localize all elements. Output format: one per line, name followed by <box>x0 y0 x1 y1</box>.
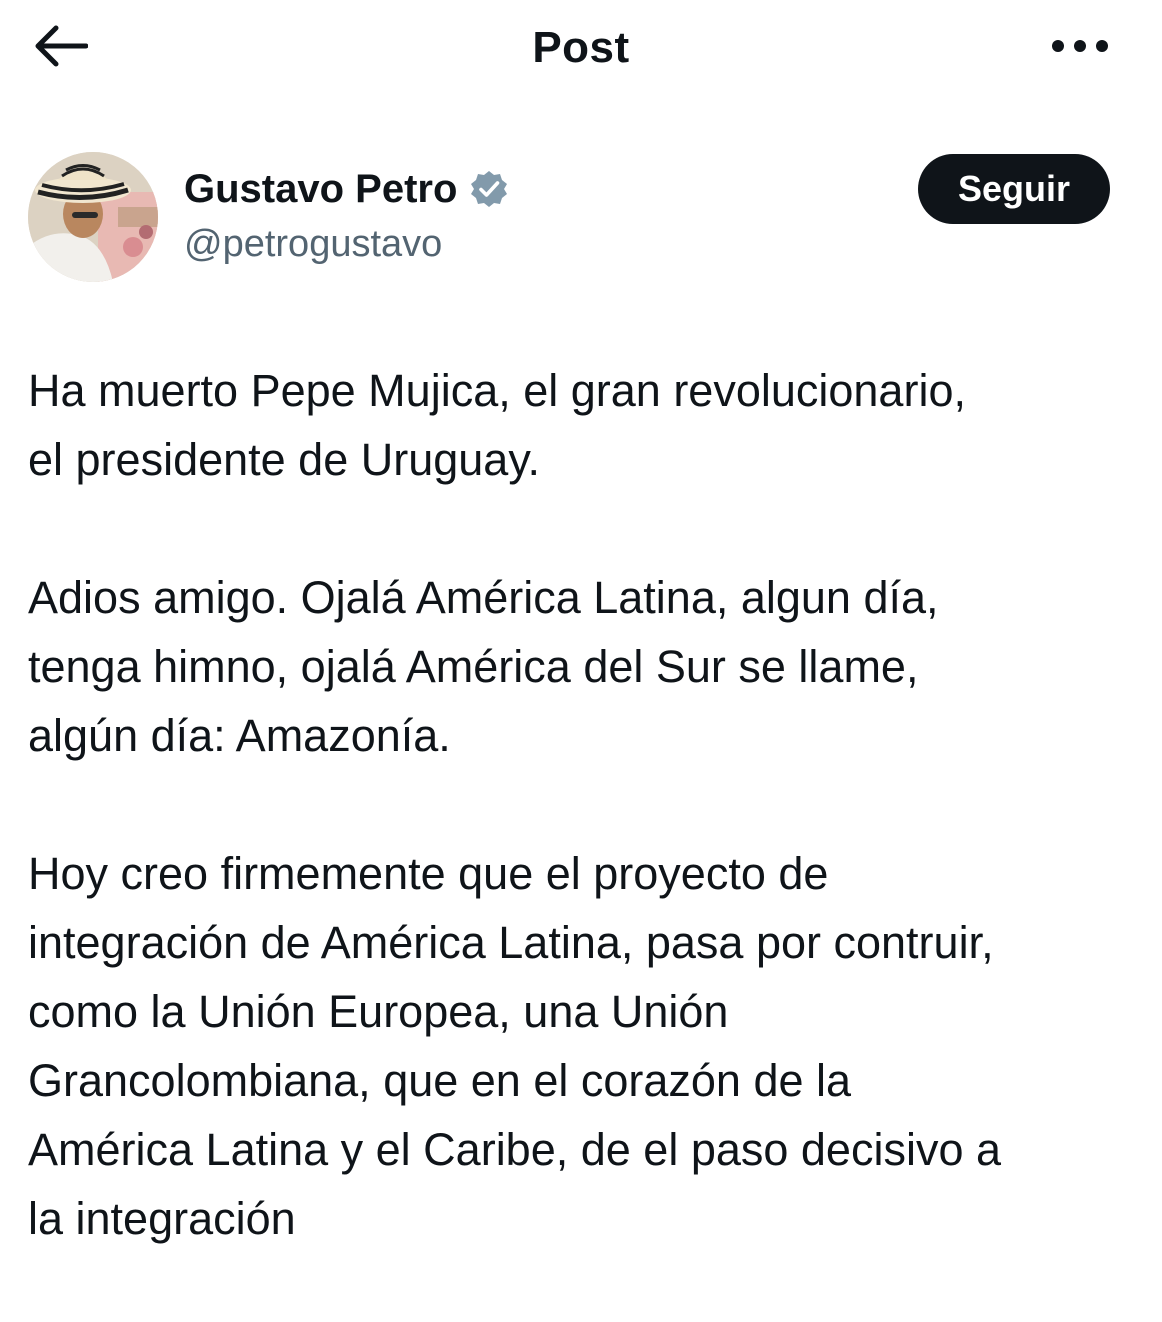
more-horizontal-icon <box>1050 38 1110 59</box>
text-line: Grancolombiana, que en el corazón de la <box>28 1055 852 1106</box>
text-line: integración de América Latina, pasa por … <box>28 917 994 968</box>
post-paragraph: Hoy creo firmemente que el proyecto de i… <box>28 839 1138 1253</box>
display-name[interactable]: Gustavo Petro <box>184 164 457 214</box>
top-bar: Post <box>0 0 1162 96</box>
text-line: Hoy creo firmemente que el proyecto de <box>28 848 829 899</box>
text-line: tenga himno, ojalá América del Sur se ll… <box>28 641 919 692</box>
post-paragraph: Ha muerto Pepe Mujica, el gran revolucio… <box>28 356 1138 494</box>
avatar[interactable] <box>28 152 158 282</box>
verified-badge-icon[interactable] <box>469 169 509 209</box>
post-author: Gustavo Petro @petrogustavo Seguir <box>0 140 1162 290</box>
page-title: Post <box>532 23 630 72</box>
post-paragraph: Adios amigo. Ojalá América Latina, algun… <box>28 563 1138 770</box>
follow-button[interactable]: Seguir <box>918 154 1110 224</box>
text-line: el presidente de Uruguay. <box>28 434 540 485</box>
name-row: Gustavo Petro <box>184 164 509 214</box>
more-button[interactable] <box>1040 20 1120 76</box>
text-line: la integración <box>28 1193 296 1244</box>
text-line: algún día: Amazonía. <box>28 710 451 761</box>
text-line: Ha muerto Pepe Mujica, el gran revolucio… <box>28 365 966 416</box>
avatar-image <box>28 152 158 282</box>
user-handle[interactable]: @petrogustavo <box>184 220 442 268</box>
text-line: América Latina y el Caribe, de el paso d… <box>28 1124 1002 1175</box>
text-line: como la Unión Europea, una Unión <box>28 986 729 1037</box>
text-line: Adios amigo. Ojalá América Latina, algun… <box>28 572 939 623</box>
post-text: Ha muerto Pepe Mujica, el gran revolucio… <box>28 356 1138 1322</box>
